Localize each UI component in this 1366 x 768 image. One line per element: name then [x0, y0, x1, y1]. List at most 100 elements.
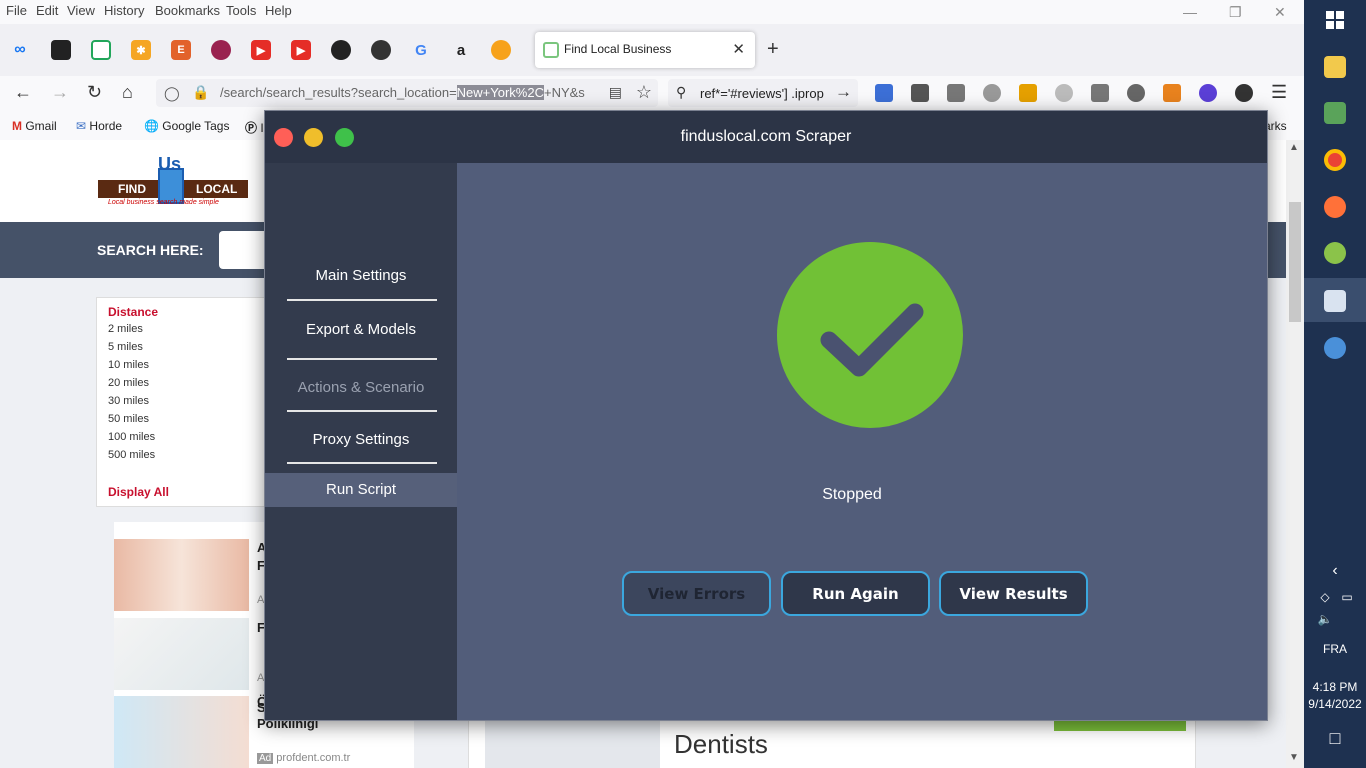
youtube-pinned-tab-icon[interactable]: ▶	[251, 40, 271, 60]
filter-option[interactable]: 2 miles	[108, 323, 143, 335]
menu-help[interactable]: Help	[265, 3, 292, 18]
search-query-text[interactable]: ref*='#reviews'] .iprop	[700, 86, 824, 101]
home-icon[interactable]: ⌂	[122, 82, 133, 103]
amazon-pinned-tab-icon[interactable]: a	[451, 40, 471, 60]
back-icon[interactable]: ←	[14, 82, 32, 103]
google-pinned-tab-icon[interactable]: G	[411, 40, 431, 60]
extension-icon-1[interactable]	[875, 84, 893, 102]
filter-option[interactable]: 100 miles	[108, 431, 155, 443]
result-title[interactable]: Dentists	[674, 729, 768, 760]
filter-option[interactable]: 10 miles	[108, 359, 149, 371]
scroll-down-icon[interactable]: ▼	[1289, 752, 1299, 763]
display-all-link[interactable]: Display All	[108, 485, 169, 499]
filter-option[interactable]: 5 miles	[108, 341, 143, 353]
scraper-app-icon[interactable]	[1324, 290, 1346, 312]
sidebar-item-run-script[interactable]: Run Script	[265, 473, 457, 507]
search-bar[interactable]: ⚲ ref*='#reviews'] .iprop →	[668, 79, 858, 107]
filter-option[interactable]: 50 miles	[108, 413, 149, 425]
bookmark-horde[interactable]: ✉ Horde	[76, 119, 122, 133]
new-tab-icon[interactable]: +	[767, 38, 779, 61]
pinned-tab-icon-2[interactable]	[491, 40, 511, 60]
gmail-icon: M	[12, 119, 22, 133]
sidebar-item-proxy-settings[interactable]: Proxy Settings	[265, 431, 457, 448]
menu-history[interactable]: History	[104, 3, 144, 18]
paint-app-icon[interactable]	[1324, 337, 1346, 359]
view-errors-button[interactable]: View Errors	[622, 571, 771, 616]
ad-image	[114, 696, 249, 768]
page-scrollbar[interactable]: ▲ ▼	[1286, 140, 1304, 768]
view-results-button[interactable]: View Results	[939, 571, 1088, 616]
notes-app-icon[interactable]	[1324, 102, 1346, 124]
file-explorer-icon[interactable]	[1324, 56, 1346, 78]
reload-icon[interactable]: ↻	[87, 82, 102, 103]
windows-start-icon[interactable]	[1326, 11, 1344, 29]
metamask-extension-icon[interactable]	[1163, 84, 1181, 102]
extension-icon-4[interactable]	[983, 84, 1001, 102]
search-go-icon[interactable]: →	[835, 82, 852, 102]
etsy-pinned-tab-icon[interactable]: E	[171, 40, 191, 60]
filter-option[interactable]: 20 miles	[108, 377, 149, 389]
gear-extension-icon[interactable]	[1127, 84, 1145, 102]
language-indicator[interactable]: FRA	[1304, 642, 1366, 656]
leaf-pinned-tab-icon[interactable]	[91, 40, 111, 60]
scraper-title: finduslocal.com Scraper	[680, 128, 852, 145]
close-tab-icon[interactable]: ✕	[732, 40, 745, 58]
pinned-tab-icon[interactable]	[51, 40, 71, 60]
sidebar-item-actions-scenario[interactable]: Actions & Scenario	[265, 379, 457, 396]
run-again-button[interactable]: Run Again	[781, 571, 930, 616]
bookmark-star-icon[interactable]: ☆	[636, 82, 652, 103]
menu-bookmarks[interactable]: Bookmarks	[155, 3, 220, 18]
volume-icon[interactable]: 🔈	[1294, 612, 1356, 626]
chevron-up-icon[interactable]: ‹	[1304, 562, 1366, 580]
extension-icon-6[interactable]	[1055, 84, 1073, 102]
battery-icon[interactable]: ▭	[1316, 590, 1366, 604]
circle-pinned-tab-icon[interactable]	[211, 40, 231, 60]
firefox-icon[interactable]	[1324, 196, 1346, 218]
notifications-icon[interactable]: □	[1304, 728, 1366, 749]
ad-source[interactable]: Ad profdent.com.tr	[257, 752, 350, 764]
tracking-shield-icon[interactable]: ◯	[164, 85, 180, 102]
extension-icon-7[interactable]	[1091, 84, 1109, 102]
github-pinned-tab-icon[interactable]	[331, 40, 351, 60]
extension-icon-5[interactable]	[1019, 84, 1037, 102]
sidebar-item-main-settings[interactable]: Main Settings	[265, 267, 457, 284]
hamburger-menu-icon[interactable]: ☰	[1271, 82, 1287, 103]
url-bar[interactable]: ◯ 🔒 /search/search_results?search_locati…	[156, 79, 658, 107]
clock-date[interactable]: 9/14/2022	[1304, 697, 1366, 711]
reader-view-icon[interactable]: ▤	[609, 84, 622, 101]
tab-find-local-business[interactable]: Find Local Business ✕	[535, 32, 755, 68]
android-pinned-tab-icon[interactable]	[371, 40, 391, 60]
menu-view[interactable]: View	[67, 3, 95, 18]
app-icon[interactable]	[1324, 242, 1346, 264]
minimize-window-icon[interactable]: —	[1183, 4, 1197, 20]
menu-tools[interactable]: Tools	[226, 3, 256, 18]
close-window-icon[interactable]: ✕	[1274, 4, 1286, 21]
sidebar-divider	[287, 410, 437, 412]
site-logo[interactable]: Us FIND LOCAL Local business search made…	[98, 154, 248, 210]
bookmark-4[interactable]: Ⓟ I	[245, 119, 264, 136]
bookmark-gmail[interactable]: M Gmail	[12, 119, 57, 133]
clock-time[interactable]: 4:18 PM	[1304, 680, 1366, 694]
scroll-up-icon[interactable]: ▲	[1289, 142, 1299, 153]
chrome-icon[interactable]	[1324, 149, 1346, 171]
eyedropper-extension-icon[interactable]	[911, 84, 929, 102]
filter-option[interactable]: 500 miles	[108, 449, 155, 461]
forward-icon[interactable]: →	[51, 82, 69, 103]
restore-window-icon[interactable]: ❐	[1229, 4, 1242, 21]
extension-icon-10[interactable]	[1199, 84, 1217, 102]
url-text[interactable]: /search/search_results?search_location=N…	[220, 85, 600, 100]
youtube-pinned-tab-icon-2[interactable]: ▶	[291, 40, 311, 60]
lock-icon[interactable]: 🔒	[192, 84, 209, 101]
sidebar-item-export-models[interactable]: Export & Models	[265, 321, 457, 338]
avatar[interactable]	[1235, 84, 1253, 102]
filter-option[interactable]: 30 miles	[108, 395, 149, 407]
menu-file[interactable]: File	[6, 3, 27, 18]
scrollbar-thumb[interactable]	[1289, 202, 1301, 322]
bookmark-google-tags[interactable]: 🌐 Google Tags	[144, 119, 229, 133]
ad-badge: Ad	[257, 753, 274, 764]
asterisk-pinned-tab-icon[interactable]: ✱	[131, 40, 151, 60]
screenshot-extension-icon[interactable]	[947, 84, 965, 102]
meta-pinned-tab-icon[interactable]: ∞	[10, 40, 30, 60]
menu-edit[interactable]: Edit	[36, 3, 58, 18]
scraper-titlebar[interactable]: finduslocal.com Scraper	[265, 111, 1267, 163]
